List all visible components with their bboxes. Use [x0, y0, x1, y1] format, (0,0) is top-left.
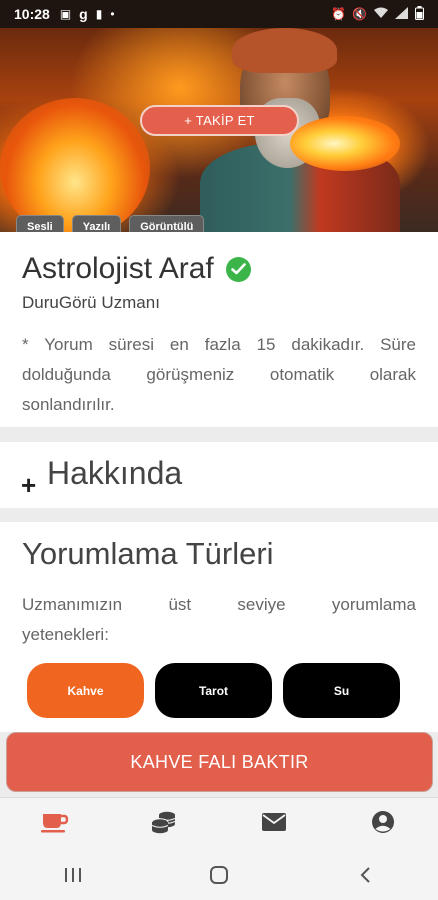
signal-icon	[395, 6, 409, 22]
hero-image: + TAKİP ET Sesli Yazılı Görüntülü	[0, 28, 438, 232]
types-desc-word: seviye	[237, 595, 286, 614]
home-button[interactable]	[199, 860, 239, 890]
coffee-reading-button[interactable]: KAHVE FALI BAKTIR	[6, 732, 433, 792]
wifi-icon	[373, 7, 389, 22]
types-desc-word: üst	[168, 595, 192, 614]
media-tags: Sesli Yazılı Görüntülü	[16, 215, 205, 232]
fire-glow	[0, 98, 150, 232]
verified-check-icon	[225, 256, 251, 282]
bottom-nav	[0, 797, 438, 850]
media-tag-text[interactable]: Yazılı	[71, 215, 122, 232]
about-title[interactable]: Hakkında	[47, 455, 182, 492]
types-title: Yorumlama Türleri	[22, 536, 274, 571]
recent-apps-button[interactable]	[53, 860, 93, 890]
app-g-icon: g	[79, 6, 88, 22]
recent-apps-icon	[65, 868, 81, 882]
types-desc-word: yorumlama	[331, 595, 416, 614]
type-button-coffee[interactable]: Kahve	[27, 663, 144, 718]
profile-name-row: Astrolojist Araf	[22, 252, 251, 286]
types-desc-word: Uzmanımızın	[22, 595, 123, 614]
envelope-icon	[261, 812, 287, 837]
types-desc-line2: yetenekleri:	[22, 625, 109, 644]
battery-icon	[415, 5, 424, 23]
coffee-cup-icon	[40, 811, 70, 838]
torch-flame	[290, 116, 400, 171]
system-nav-bar	[0, 850, 438, 900]
home-icon	[210, 866, 228, 884]
profile-name: Astrolojist Araf	[22, 252, 214, 285]
back-icon	[360, 867, 370, 883]
type-buttons: Kahve Tarot Su	[27, 663, 400, 718]
status-right-icons: ⏰ 🔇	[331, 5, 424, 23]
follow-button[interactable]: + TAKİP ET	[140, 105, 299, 136]
nav-item-profile[interactable]	[329, 798, 438, 850]
type-button-water[interactable]: Su	[283, 663, 400, 718]
media-tag-video[interactable]: Görüntülü	[129, 215, 205, 232]
about-section[interactable]: + Hakkında	[0, 442, 438, 508]
mute-icon: 🔇	[352, 7, 367, 21]
profile-note: * Yorum süresi en fazla 15 dakikadır. Sü…	[22, 335, 416, 414]
nav-item-coffee[interactable]	[0, 798, 110, 850]
nav-item-coins[interactable]	[110, 798, 220, 850]
dot-icon: •	[110, 7, 115, 21]
user-circle-icon	[371, 810, 395, 839]
profile-title: DuruGörü Uzmanı	[22, 293, 160, 312]
interpretation-types-section: Yorumlama Türleri Uzmanımızın üst seviye…	[0, 522, 438, 732]
sim-icon: ▮	[95, 7, 103, 21]
figure-turban	[232, 28, 337, 73]
back-button[interactable]	[345, 860, 385, 890]
status-bar: 10:28 ▣ g ▮ • ⏰ 🔇	[0, 0, 438, 28]
image-icon: ▣	[59, 7, 72, 21]
profile-card: Astrolojist Araf DuruGörü Uzmanı * Yorum…	[0, 232, 438, 427]
status-time: 10:28	[14, 6, 50, 22]
screen: 10:28 ▣ g ▮ • ⏰ 🔇 + TAKİP ET Sesli Yazıl…	[0, 0, 438, 900]
nav-item-messages[interactable]	[219, 798, 329, 850]
expand-plus-icon[interactable]: +	[21, 470, 36, 501]
coins-icon	[151, 810, 177, 839]
types-description: Uzmanımızın üst seviye yorumlama yetenek…	[22, 590, 416, 650]
alarm-icon: ⏰	[331, 7, 347, 21]
media-tag-voice[interactable]: Sesli	[16, 215, 64, 232]
type-button-tarot[interactable]: Tarot	[155, 663, 272, 718]
